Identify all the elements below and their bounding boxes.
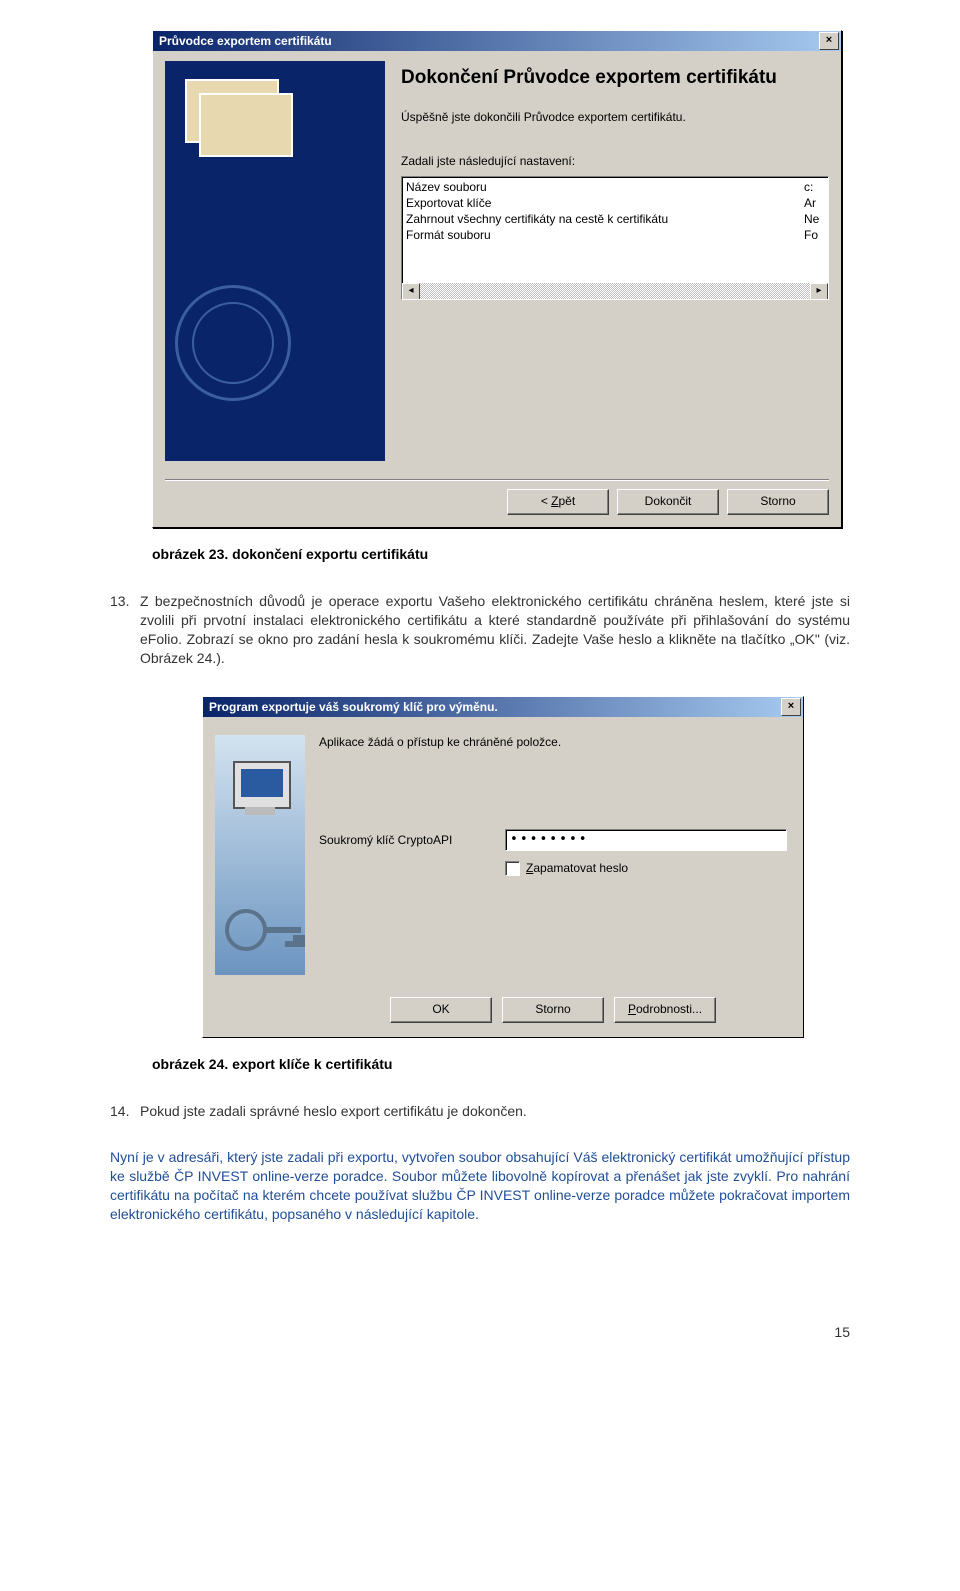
horizontal-scrollbar[interactable]: ◂ ▸ (402, 283, 828, 299)
wizard-heading: Dokončení Průvodce exportem certifikátu (401, 67, 829, 90)
close-icon[interactable]: × (781, 698, 801, 716)
back-button[interactable]: < Zpět (507, 489, 609, 515)
password-input[interactable]: •••••••• (505, 829, 787, 851)
remember-checkbox[interactable] (505, 861, 520, 876)
remember-label[interactable]: Zapamatovat heslo (526, 861, 628, 875)
dialog-titlebar[interactable]: Program exportuje váš soukromý klíč pro … (203, 697, 803, 717)
finish-button[interactable]: Dokončit (617, 489, 719, 515)
scroll-right-icon[interactable]: ▸ (810, 283, 828, 300)
wizard-sidebar-image (165, 61, 385, 461)
access-text: Aplikace žádá o přístup ke chráněné polo… (319, 735, 787, 749)
step-14: 14. Pokud jste zadali správné heslo expo… (110, 1102, 850, 1121)
list-item: Zahrnout všechny certifikáty na cestě k … (406, 211, 828, 227)
scroll-left-icon[interactable]: ◂ (402, 283, 420, 300)
dialog-titlebar[interactable]: Průvodce exportem certifikátu × (153, 31, 841, 51)
figure-caption-23: obrázek 23. dokončení exportu certifikát… (152, 546, 850, 562)
list-item: Název souboruc: (406, 179, 828, 195)
close-icon[interactable]: × (819, 32, 839, 50)
closing-paragraph: Nyní je v adresáři, který jste zadali př… (110, 1148, 850, 1224)
cancel-button[interactable]: Storno (502, 997, 604, 1023)
settings-listbox[interactable]: Název souboruc: Exportovat klíčeAr Zahrn… (401, 176, 829, 300)
page-number: 15 (110, 1324, 850, 1340)
figure-caption-24: obrázek 24. export klíče k certifikátu (152, 1056, 850, 1072)
dialog-title: Program exportuje váš soukromý klíč pro … (209, 700, 781, 714)
details-button[interactable]: Podrobnosti... (614, 997, 716, 1023)
settings-label: Zadali jste následující nastavení: (401, 154, 829, 168)
export-wizard-dialog: Průvodce exportem certifikátu × Dokončen… (152, 30, 842, 528)
ok-button[interactable]: OK (390, 997, 492, 1023)
list-item: Exportovat klíčeAr (406, 195, 828, 211)
wizard-success-text: Úspěšně jste dokončili Průvodce exportem… (401, 110, 829, 124)
list-item: Formát souboruFo (406, 227, 828, 243)
cancel-button[interactable]: Storno (727, 489, 829, 515)
private-key-dialog: Program exportuje váš soukromý klíč pro … (202, 696, 804, 1038)
key-dialog-image (215, 735, 305, 975)
key-field-label: Soukromý klíč CryptoAPI (319, 833, 489, 847)
dialog-title: Průvodce exportem certifikátu (159, 34, 819, 48)
step-13: 13. Z bezpečnostních důvodů je operace e… (110, 592, 850, 668)
